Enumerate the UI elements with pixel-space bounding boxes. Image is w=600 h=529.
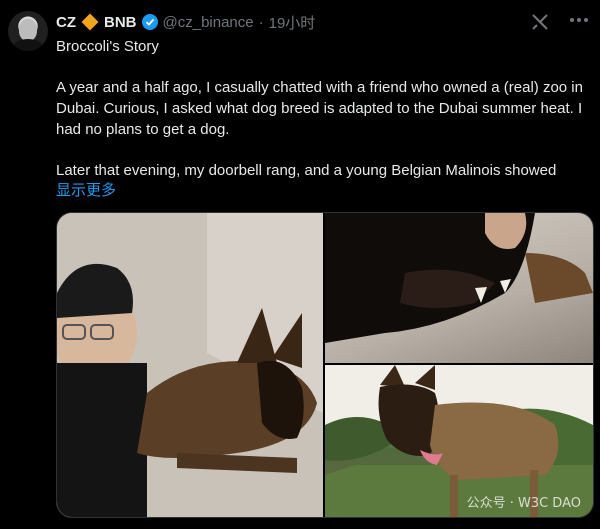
tweet-paragraph-2: Later that evening, my doorbell rang, an… [56,162,557,179]
tweet-title: Broccoli's Story [56,38,159,55]
more-options-icon[interactable] [570,18,588,24]
verified-badge-icon[interactable] [141,14,158,30]
separator: · [258,13,264,31]
photo-selfie-with-dog[interactable] [57,213,323,517]
timestamp[interactable]: 19小时 [269,12,316,33]
author-name[interactable]: CZ [56,14,76,31]
brand-label[interactable]: BNB [104,14,137,31]
photo-dog-garden[interactable]: 公众号 · W3C DAO [325,365,593,517]
photo-dog-teeth[interactable] [325,213,593,363]
grok-icon[interactable] [530,12,550,32]
avatar[interactable] [8,11,48,51]
tweet-paragraph-1: A year and a half ago, I casually chatte… [56,79,583,138]
diamond-icon [81,13,99,31]
tweet-header: CZ BNB @cz_binance · 19小时 [56,11,315,33]
watermark: 公众号 · W3C DAO [466,496,581,511]
media-grid: 公众号 · W3C DAO [56,212,594,518]
avatar-shoulders [12,39,44,51]
author-handle[interactable]: @cz_binance [163,14,254,31]
avatar-face [19,19,37,41]
show-more-link[interactable]: 显示更多 [56,181,116,201]
